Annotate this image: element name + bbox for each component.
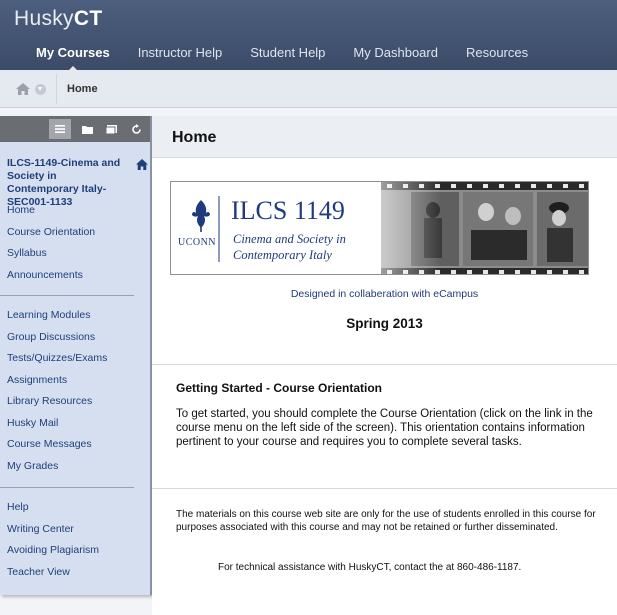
menu-item-teacher-view[interactable]: Teacher View (0, 562, 150, 584)
tab-instructor-help[interactable]: Instructor Help (124, 44, 237, 64)
list-view-icon[interactable] (49, 119, 71, 139)
chevron-down-icon[interactable] (35, 83, 46, 95)
menu-item-writing-center[interactable]: Writing Center (0, 519, 150, 541)
course-home-icon[interactable] (136, 158, 148, 176)
menu-item-avoiding-plagiarism[interactable]: Avoiding Plagiarism (0, 540, 150, 562)
menu-item-my-grades[interactable]: My Grades (0, 456, 150, 478)
banner-subtitle-line2: Contemporary Italy (233, 248, 332, 262)
breadcrumb-current: Home (67, 83, 98, 95)
menu-item-course-orientation[interactable]: Course Orientation (0, 222, 150, 244)
content-header: Home (152, 116, 617, 158)
uconn-logo-text: UCONN (177, 237, 217, 248)
tab-my-dashboard[interactable]: My Dashboard (339, 44, 452, 64)
tab-student-help[interactable]: Student Help (236, 44, 339, 64)
course-menu-toolbar (0, 116, 150, 142)
folder-view-icon[interactable] (76, 119, 98, 139)
course-banner: UCONN ILCS 1149 Cinema and Society in Co… (170, 181, 589, 275)
tab-resources[interactable]: Resources (452, 44, 542, 64)
brand-part2: CT (73, 7, 103, 30)
menu-item-tests-quizzes-exams[interactable]: Tests/Quizzes/Exams (0, 348, 150, 370)
menu-item-assignments[interactable]: Assignments (0, 370, 150, 392)
main-nav: My Courses Instructor Help Student Help … (22, 44, 542, 72)
huskyct-logo[interactable]: HuskyCT (14, 7, 102, 31)
usage-notice: The materials on this course web site ar… (176, 509, 596, 533)
page-title: Home (172, 129, 217, 146)
menu-item-course-messages[interactable]: Course Messages (0, 434, 150, 456)
section-divider (152, 364, 617, 365)
breadcrumb: Home (0, 70, 617, 108)
menu-group-help: Help Writing Center Avoiding Plagiarism … (0, 497, 150, 583)
breadcrumb-divider (56, 74, 57, 104)
course-menu: ILCS-1149-Cinema and Society in Contempo… (0, 116, 152, 595)
menu-item-library-resources[interactable]: Library Resources (0, 391, 150, 413)
menu-item-group-discussions[interactable]: Group Discussions (0, 327, 150, 349)
menu-item-help[interactable]: Help (0, 497, 150, 519)
top-header: HuskyCT My Courses Instructor Help Stude… (0, 0, 617, 72)
term-label: Spring 2013 (346, 316, 423, 331)
home-icon[interactable] (16, 83, 30, 95)
banner-course-code: ILCS 1149 (231, 196, 345, 225)
designed-by-text: Designed in collaberation with eCampus (290, 288, 479, 300)
menu-divider (0, 295, 134, 296)
tab-my-courses[interactable]: My Courses (22, 44, 124, 72)
menu-item-announcements[interactable]: Announcements (0, 265, 150, 287)
menu-item-husky-mail[interactable]: Husky Mail (0, 413, 150, 435)
banner-subtitle-line1: Cinema and Society in (233, 232, 346, 246)
main-content: Home UCONN ILCS 1149 Cinema and Society … (152, 116, 617, 615)
getting-started-title: Getting Started - Course Orientation (176, 381, 383, 395)
menu-item-home[interactable]: Home (0, 200, 150, 222)
menu-divider (0, 487, 134, 488)
section-divider (152, 488, 617, 489)
refresh-icon[interactable] (125, 119, 147, 139)
tech-support-contact: For technical assistance with HuskyCT, c… (218, 562, 522, 573)
menu-item-syllabus[interactable]: Syllabus (0, 243, 150, 265)
menu-item-learning-modules[interactable]: Learning Modules (0, 305, 150, 327)
window-icon[interactable] (100, 119, 122, 139)
menu-group-tools: Learning Modules Group Discussions Tests… (0, 305, 150, 477)
getting-started-body: To get started, you should complete the … (176, 408, 593, 448)
menu-group-course: Home Course Orientation Syllabus Announc… (0, 200, 150, 286)
brand-part1: Husky (14, 7, 74, 30)
